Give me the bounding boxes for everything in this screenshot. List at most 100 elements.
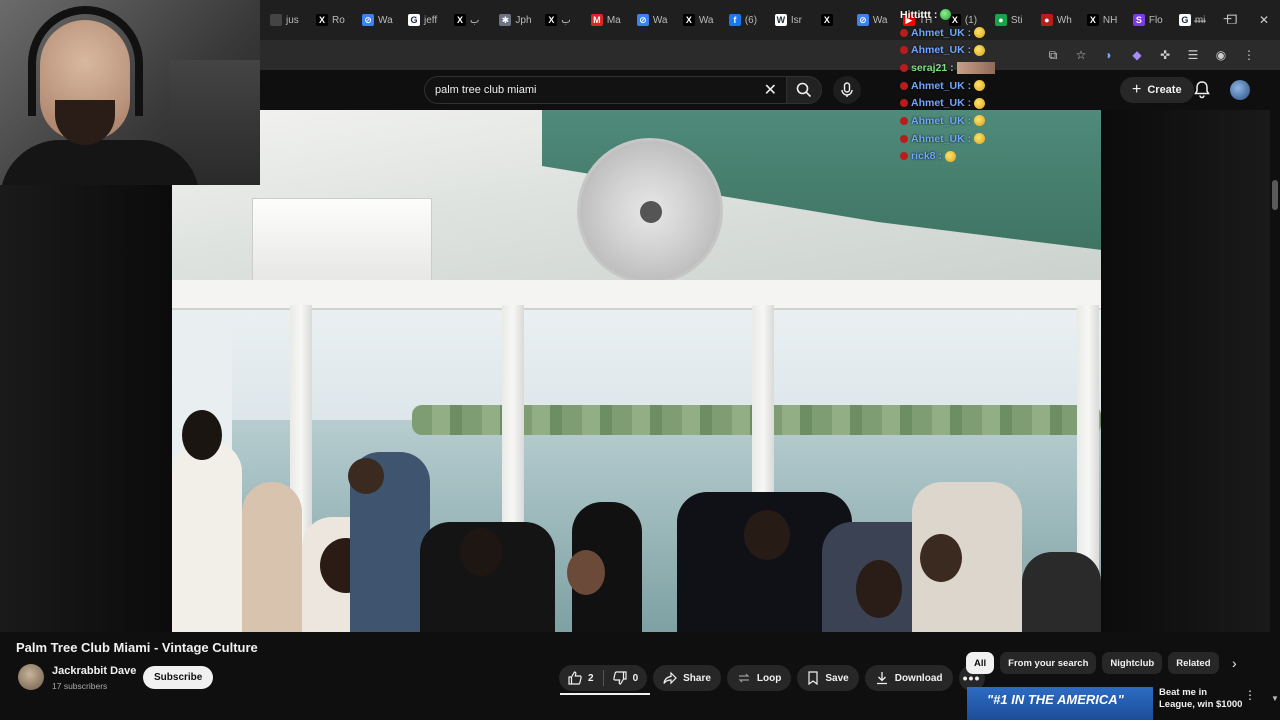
extension-audio-icon[interactable]: ◗	[1102, 48, 1116, 62]
video-actions: 2 0 Share Loop Save Download •••	[559, 665, 985, 691]
scroll-down-arrow-icon[interactable]: ▼	[1270, 694, 1280, 703]
x-icon: X	[454, 14, 466, 26]
recommendation-thumbnail-text: "#1 IN THE AMERICA"	[987, 692, 1124, 707]
browser-tab[interactable]: ⊘ Wa	[354, 6, 396, 34]
recommendation-thumbnail[interactable]: "#1 IN THE AMERICA"	[967, 687, 1153, 720]
browser-tab[interactable]: f (6)	[721, 6, 763, 34]
search-button[interactable]	[786, 76, 822, 104]
chat-username: rick8 :	[911, 150, 942, 163]
recommendation-chips: All From your search Nightclub Related	[966, 652, 1219, 674]
dislike-count: 0	[632, 672, 639, 684]
minimize-icon[interactable]: —	[1184, 13, 1216, 27]
voice-search-button[interactable]	[833, 76, 861, 104]
install-app-icon[interactable]: ⧉	[1046, 48, 1060, 62]
browser-menu-icon[interactable]: ⋮	[1242, 48, 1256, 62]
browser-tab[interactable]: X	[813, 6, 845, 34]
chip-all[interactable]: All	[966, 652, 995, 674]
chat-message: Hittittt :	[900, 6, 1030, 24]
more-vertical-icon[interactable]: ⋮	[1244, 688, 1256, 702]
browser-tab-label: Wh	[1056, 14, 1072, 26]
chip-related[interactable]: Related	[1168, 652, 1219, 674]
browser-tab[interactable]: X Wa	[675, 6, 717, 34]
browser-tab-label: Isr	[790, 14, 802, 26]
chat-badge-icon	[900, 81, 908, 90]
like-highlight-bar	[560, 693, 650, 695]
headset-icon	[28, 6, 143, 116]
x-icon: X	[682, 14, 695, 26]
recommendation-title[interactable]: Beat me in League, win $1000	[1159, 687, 1245, 711]
share-button[interactable]: Share	[653, 665, 721, 691]
loop-icon	[738, 673, 750, 683]
browser-tab[interactable]: jus	[262, 6, 304, 34]
chat-message: Ahmet_UK :	[900, 94, 1030, 112]
download-button[interactable]: Download	[864, 665, 953, 691]
browser-tab[interactable]: ✱ Jph	[491, 6, 533, 34]
extensions-puzzle-icon[interactable]: ✜	[1158, 48, 1172, 62]
browser-tab[interactable]: Xب	[537, 6, 578, 34]
thumbs-down-icon	[612, 671, 627, 685]
page-scrollbar[interactable]	[1270, 110, 1280, 720]
profile-icon[interactable]: ◉	[1214, 48, 1228, 62]
video-player[interactable]	[0, 110, 1270, 632]
subscribe-button[interactable]: Subscribe	[143, 666, 214, 689]
browser-tab[interactable]: Gjeff	[400, 6, 442, 34]
chat-badge-icon	[900, 46, 908, 55]
like-count: 2	[588, 672, 594, 684]
browser-tab[interactable]: W Isr	[767, 6, 809, 34]
chat-username: Ahmet_UK :	[911, 114, 972, 127]
loop-button[interactable]: Loop	[726, 665, 792, 691]
browser-tab[interactable]: ● Wh	[1033, 6, 1075, 34]
chat-username: Ahmet_UK :	[911, 132, 972, 145]
browser-tab[interactable]: S Flo	[1125, 6, 1167, 34]
save-label: Save	[825, 672, 849, 684]
browser-tab-label: ب	[561, 14, 571, 26]
reading-list-icon[interactable]: ☰	[1186, 48, 1200, 62]
notifications-bell-icon[interactable]	[1192, 80, 1212, 100]
chip-from-your-search[interactable]: From your search	[1000, 652, 1097, 674]
close-window-icon[interactable]: ✕	[1248, 13, 1280, 27]
video-title: Palm Tree Club Miami - Vintage Culture	[16, 640, 258, 655]
chat-message: Ahmet_UK :	[900, 112, 1030, 130]
search-input[interactable]: palm tree club miami	[435, 84, 764, 96]
scene-person-head	[182, 410, 222, 460]
create-label: Create	[1147, 84, 1182, 96]
browser-tab[interactable]: X Ro	[308, 6, 350, 34]
scene-person-head	[856, 560, 902, 618]
search-box[interactable]: palm tree club miami ✕	[424, 76, 788, 104]
scrollbar-thumb[interactable]	[1272, 180, 1278, 210]
chat-badge-icon	[900, 63, 908, 72]
browser-tab[interactable]: M Ma	[583, 6, 625, 34]
chip-nightclub[interactable]: Nightclub	[1102, 652, 1163, 674]
bookmark-star-icon[interactable]: ☆	[1074, 48, 1088, 62]
grok-icon: ⊘	[636, 14, 649, 26]
browser-tab[interactable]: ⊘ Wa	[629, 6, 671, 34]
like-button[interactable]: 2	[559, 665, 603, 691]
restore-icon[interactable]: ❐	[1216, 13, 1248, 27]
scene-person	[172, 442, 242, 632]
scene-ac-unit	[252, 198, 432, 288]
account-avatar[interactable]	[1230, 80, 1250, 100]
bookmark-icon	[808, 671, 818, 685]
x-icon: X	[820, 14, 833, 26]
dislike-button[interactable]: 0	[604, 665, 648, 691]
scene-wall-fan	[577, 138, 723, 284]
channel-avatar[interactable]	[18, 664, 44, 690]
chat-emote-icon	[974, 115, 986, 127]
browser-tab-label: NH	[1102, 14, 1118, 26]
browser-tab[interactable]: ⊘ Wa	[849, 6, 891, 34]
channel-name[interactable]: Jackrabbit Dave	[52, 665, 136, 677]
browser-tab[interactable]: Xب	[446, 6, 487, 34]
save-button[interactable]: Save	[797, 665, 859, 691]
chat-username: Ahmet_UK :	[911, 26, 972, 39]
browser-tab[interactable]: X NH	[1079, 6, 1121, 34]
video-frame[interactable]	[172, 110, 1101, 632]
clear-search-icon[interactable]: ✕	[764, 80, 777, 100]
browser-tab-label: jeff	[424, 14, 438, 26]
subscriber-count: 17 subscribers	[52, 681, 108, 691]
share-icon	[663, 671, 677, 685]
create-button[interactable]: + Create	[1120, 77, 1194, 103]
extension-shield-icon[interactable]: ◆	[1130, 48, 1144, 62]
player-letterbox-right	[1101, 110, 1270, 632]
grok-icon: ⊘	[856, 14, 869, 26]
chevron-right-icon[interactable]: ›	[1232, 655, 1237, 671]
